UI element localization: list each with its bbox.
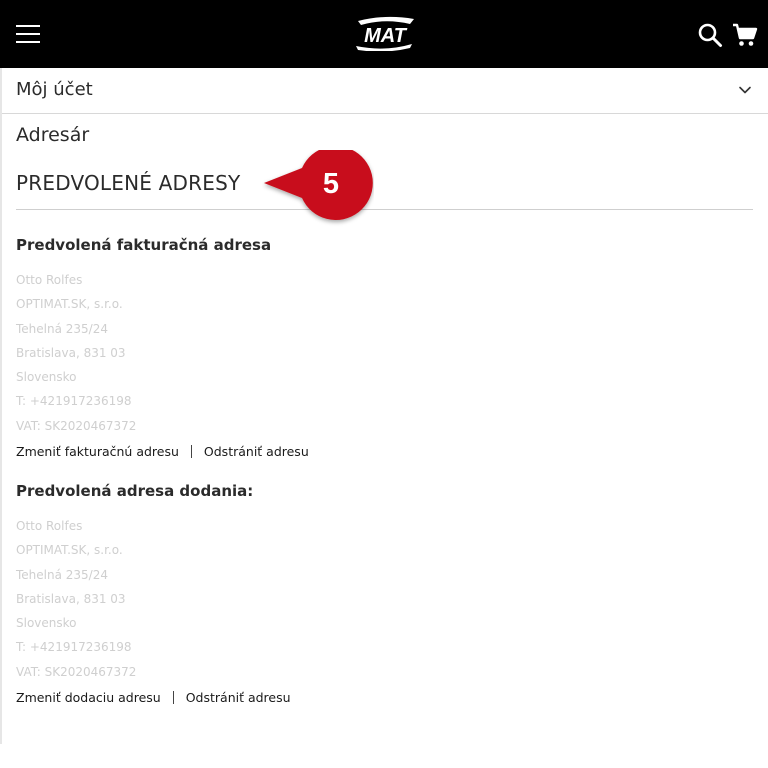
- billing-address-actions: Zmeniť fakturačnú adresu Odstrániť adresu: [16, 443, 309, 461]
- shipping-address-line: Otto Rolfes: [16, 519, 83, 533]
- remove-billing-address-link[interactable]: Odstrániť adresu: [204, 444, 309, 459]
- billing-address-line: T: +421917236198: [16, 394, 132, 409]
- page-title: Adresár: [16, 124, 90, 146]
- billing-address-line: Otto Rolfes: [16, 273, 83, 287]
- chevron-down-icon: [739, 86, 751, 94]
- top-navigation-bar: MAT: [0, 0, 768, 68]
- billing-address-block: Otto Rolfes OPTIMAT.SK, s.r.o. Tehelná 2…: [16, 268, 316, 438]
- billing-address-line: OPTIMAT.SK, s.r.o.: [16, 297, 123, 312]
- shipping-address-block: Otto Rolfes OPTIMAT.SK, s.r.o. Tehelná 2…: [16, 514, 316, 684]
- search-icon[interactable]: [697, 22, 723, 48]
- remove-shipping-address-link[interactable]: Odstrániť adresu: [186, 690, 291, 705]
- billing-address-line: Slovensko: [16, 370, 77, 385]
- callout-number: 5: [322, 168, 340, 200]
- change-shipping-address-link[interactable]: Zmeniť dodaciu adresu: [16, 690, 161, 705]
- my-account-label: Môj účet: [16, 79, 93, 100]
- section-title: PREDVOLENÉ ADRESY: [16, 171, 241, 195]
- billing-address-line: Tehelná 235/24: [16, 321, 108, 336]
- shipping-address-line: T: +421917236198: [16, 640, 132, 655]
- logo-text: MAT: [364, 25, 408, 47]
- billing-address-heading: Predvolená fakturačná adresa: [16, 236, 272, 254]
- left-border: [0, 68, 2, 744]
- action-separator: [190, 445, 192, 458]
- shipping-address-actions: Zmeniť dodaciu adresu Odstrániť adresu: [16, 689, 291, 707]
- menu-icon[interactable]: [16, 25, 40, 44]
- brand-logo[interactable]: MAT: [352, 15, 418, 51]
- shipping-address-line: OPTIMAT.SK, s.r.o.: [16, 543, 123, 558]
- shipping-address-line: Tehelná 235/24: [16, 567, 108, 582]
- change-billing-address-link[interactable]: Zmeniť fakturačnú adresu: [16, 444, 179, 459]
- shipping-address-line: Bratislava, 831 03: [16, 591, 126, 606]
- shipping-address-line: VAT: SK2020467372: [16, 664, 137, 679]
- billing-address-line: Bratislava, 831 03: [16, 345, 126, 360]
- billing-address-line: VAT: SK2020467372: [16, 418, 137, 433]
- shipping-address-line: Slovensko: [16, 616, 77, 631]
- action-separator: [172, 691, 174, 704]
- section-divider: [16, 209, 753, 210]
- my-account-dropdown[interactable]: Môj účet: [2, 68, 768, 114]
- shipping-address-heading: Predvolená adresa dodania:: [16, 482, 254, 500]
- cart-icon[interactable]: [732, 22, 758, 48]
